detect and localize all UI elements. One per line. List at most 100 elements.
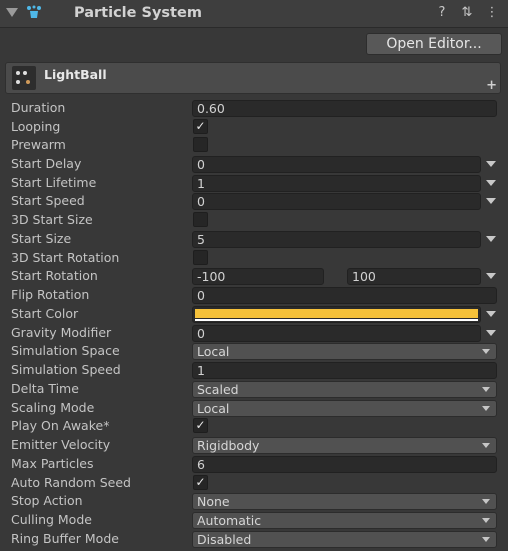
start-delay-field[interactable]: 0 bbox=[192, 156, 481, 173]
presets-icon[interactable]: ⇅ bbox=[459, 5, 475, 21]
delta-time-dropdown[interactable]: Scaled bbox=[192, 381, 497, 398]
auto-random-seed-label: Auto Random Seed bbox=[11, 475, 131, 490]
play-on-awake-label: Play On Awake* bbox=[11, 418, 110, 433]
open-editor-button[interactable]: Open Editor... bbox=[366, 33, 502, 55]
more-menu-icon[interactable]: ⋮ bbox=[484, 5, 500, 21]
module-name: LightBall bbox=[44, 67, 107, 82]
start-color-mode-dropdown-icon[interactable] bbox=[486, 311, 496, 317]
start-speed-mode-dropdown-icon[interactable] bbox=[486, 198, 496, 204]
start-color-swatch[interactable] bbox=[192, 306, 481, 323]
start-speed-label: Start Speed bbox=[11, 193, 85, 208]
gravity-modifier-field[interactable]: 0 bbox=[192, 325, 481, 342]
start-rotation-min-field[interactable]: -100 bbox=[192, 268, 324, 285]
flip-rotation-field[interactable]: 0 bbox=[192, 287, 497, 304]
play-on-awake-checkbox[interactable]: ✓ bbox=[193, 418, 208, 433]
emitter-velocity-label: Emitter Velocity bbox=[11, 437, 111, 452]
start-size-label: Start Size bbox=[11, 231, 72, 246]
start-color-label: Start Color bbox=[11, 306, 79, 321]
chevron-down-icon bbox=[482, 537, 490, 542]
gravity-modifier-label: Gravity Modifier bbox=[11, 325, 112, 340]
looping-checkbox[interactable]: ✓ bbox=[193, 119, 208, 134]
plus-icon[interactable]: + bbox=[486, 79, 497, 92]
delta-time-label: Delta Time bbox=[11, 381, 79, 396]
row-duration: Duration 0.60 bbox=[0, 99, 508, 117]
chevron-down-icon bbox=[482, 406, 490, 411]
row-ring-buffer-mode: Ring Buffer Mode Disabled bbox=[0, 530, 508, 548]
start-size-field[interactable]: 5 bbox=[192, 231, 481, 248]
stop-action-label: Stop Action bbox=[11, 493, 83, 508]
3d-start-rotation-checkbox[interactable] bbox=[193, 250, 208, 265]
3d-start-rotation-label: 3D Start Rotation bbox=[11, 250, 120, 265]
row-emitter-velocity: Emitter Velocity Rigidbody bbox=[0, 436, 508, 454]
row-gravity-modifier: Gravity Modifier 0 bbox=[0, 324, 508, 342]
start-delay-label: Start Delay bbox=[11, 156, 82, 171]
row-start-color: Start Color bbox=[0, 305, 508, 323]
max-particles-label: Max Particles bbox=[11, 456, 94, 471]
row-max-particles: Max Particles 6 bbox=[0, 455, 508, 473]
row-start-rotation: Start Rotation -100 100 bbox=[0, 267, 508, 285]
3d-start-size-label: 3D Start Size bbox=[11, 212, 93, 227]
row-stop-action: Stop Action None bbox=[0, 492, 508, 510]
3d-start-size-checkbox[interactable] bbox=[193, 212, 208, 227]
row-culling-mode: Culling Mode Automatic bbox=[0, 511, 508, 529]
particle-system-icon bbox=[27, 5, 41, 18]
simulation-space-label: Simulation Space bbox=[11, 343, 120, 358]
row-simulation-space: Simulation Space Local bbox=[0, 342, 508, 360]
max-particles-field[interactable]: 6 bbox=[192, 456, 497, 473]
row-delta-time: Delta Time Scaled bbox=[0, 380, 508, 398]
ring-buffer-mode-dropdown[interactable]: Disabled bbox=[192, 531, 497, 548]
row-looping: Looping ✓ bbox=[0, 118, 508, 136]
row-prewarm: Prewarm bbox=[0, 136, 508, 154]
row-simulation-speed: Simulation Speed 1 bbox=[0, 361, 508, 379]
chevron-down-icon bbox=[482, 349, 490, 354]
start-lifetime-label: Start Lifetime bbox=[11, 175, 97, 190]
start-speed-field[interactable]: 0 bbox=[192, 193, 481, 210]
start-lifetime-mode-dropdown-icon[interactable] bbox=[486, 180, 496, 186]
start-rotation-max-field[interactable]: 100 bbox=[347, 268, 481, 285]
row-flip-rotation: Flip Rotation 0 bbox=[0, 286, 508, 304]
chevron-down-icon bbox=[482, 499, 490, 504]
scaling-mode-label: Scaling Mode bbox=[11, 400, 95, 415]
component-header: Particle System ? ⇅ ⋮ bbox=[0, 0, 508, 28]
row-auto-random-seed: Auto Random Seed ✓ bbox=[0, 474, 508, 492]
start-color-fill bbox=[195, 309, 478, 318]
prewarm-checkbox[interactable] bbox=[193, 137, 208, 152]
duration-field[interactable]: 0.60 bbox=[192, 100, 497, 117]
start-rotation-label: Start Rotation bbox=[11, 268, 98, 283]
auto-random-seed-checkbox[interactable]: ✓ bbox=[193, 475, 208, 490]
start-size-mode-dropdown-icon[interactable] bbox=[486, 236, 496, 242]
component-title: Particle System bbox=[74, 5, 202, 21]
start-lifetime-field[interactable]: 1 bbox=[192, 175, 481, 192]
culling-mode-label: Culling Mode bbox=[11, 512, 92, 527]
row-play-on-awake: Play On Awake* ✓ bbox=[0, 417, 508, 435]
duration-label: Duration bbox=[11, 100, 66, 115]
main-module-header[interactable]: LightBall + bbox=[5, 62, 501, 94]
help-icon[interactable]: ? bbox=[434, 5, 450, 21]
ring-buffer-mode-label: Ring Buffer Mode bbox=[11, 531, 119, 546]
flip-rotation-label: Flip Rotation bbox=[11, 287, 90, 302]
row-3d-start-rotation: 3D Start Rotation bbox=[0, 249, 508, 267]
culling-mode-dropdown[interactable]: Automatic bbox=[192, 512, 497, 529]
row-start-delay: Start Delay 0 bbox=[0, 155, 508, 173]
simulation-space-dropdown[interactable]: Local bbox=[192, 343, 497, 360]
start-rotation-mode-dropdown-icon[interactable] bbox=[486, 273, 496, 279]
start-delay-mode-dropdown-icon[interactable] bbox=[486, 161, 496, 167]
row-3d-start-size: 3D Start Size bbox=[0, 211, 508, 229]
scaling-mode-dropdown[interactable]: Local bbox=[192, 400, 497, 417]
prewarm-label: Prewarm bbox=[11, 137, 66, 152]
fold-arrow-icon[interactable] bbox=[6, 8, 18, 17]
row-start-speed: Start Speed 0 bbox=[0, 192, 508, 210]
simulation-speed-field[interactable]: 1 bbox=[192, 362, 497, 379]
module-icon bbox=[12, 66, 36, 90]
looping-label: Looping bbox=[11, 119, 61, 134]
row-scaling-mode: Scaling Mode Local bbox=[0, 399, 508, 417]
row-start-size: Start Size 5 bbox=[0, 230, 508, 248]
simulation-speed-label: Simulation Speed bbox=[11, 362, 121, 377]
chevron-down-icon bbox=[482, 443, 490, 448]
start-color-alpha-bar bbox=[195, 319, 478, 321]
row-start-lifetime: Start Lifetime 1 bbox=[0, 174, 508, 192]
emitter-velocity-dropdown[interactable]: Rigidbody bbox=[192, 437, 497, 454]
chevron-down-icon bbox=[482, 518, 490, 523]
stop-action-dropdown[interactable]: None bbox=[192, 493, 497, 510]
gravity-modifier-mode-dropdown-icon[interactable] bbox=[486, 330, 496, 336]
